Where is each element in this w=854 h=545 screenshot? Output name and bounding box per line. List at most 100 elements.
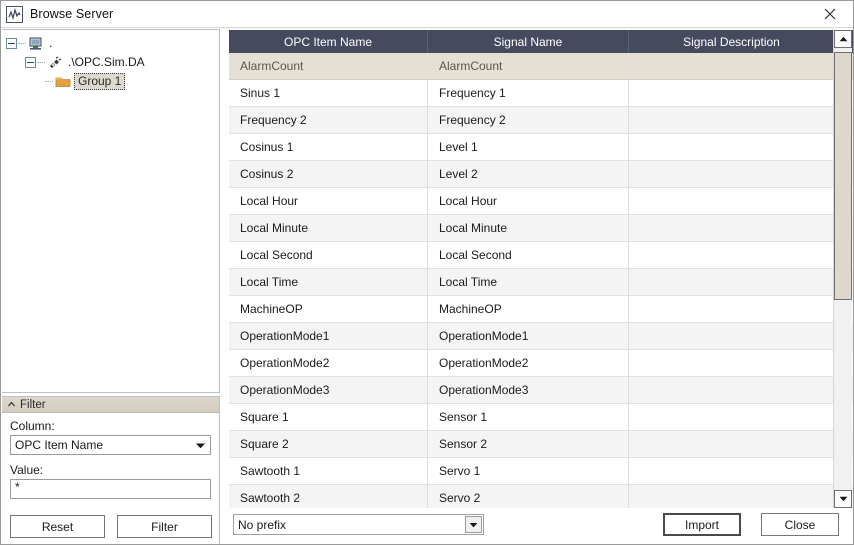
table-row[interactable]: Sinus 1Frequency 1 — [229, 80, 853, 107]
tree-node-group-1[interactable]: Group 1 — [6, 72, 219, 91]
table-cell: Local Minute — [229, 215, 428, 242]
table-row[interactable]: Local SecondLocal Second — [229, 242, 853, 269]
table-cell: Square 2 — [229, 431, 428, 458]
table-cell: Frequency 1 — [428, 80, 629, 107]
filter-action-buttons: Reset Filter — [2, 515, 220, 538]
column-select[interactable]: OPC Item Name — [10, 435, 211, 455]
close-icon[interactable] — [807, 1, 853, 27]
chevron-up-icon[interactable] — [6, 399, 17, 410]
column-header-signal-description[interactable]: Signal Description — [629, 30, 834, 53]
table-row[interactable]: MachineOPMachineOP — [229, 296, 853, 323]
table-cell: OperationMode1 — [229, 323, 428, 350]
scrollbar-thumb[interactable] — [834, 52, 852, 300]
prefix-select-value: No prefix — [238, 518, 286, 532]
import-button[interactable]: Import — [663, 513, 741, 536]
grid-body: AlarmCountAlarmCountSinus 1Frequency 1Fr… — [229, 53, 853, 508]
table-cell — [629, 53, 834, 80]
table-row[interactable]: OperationMode3OperationMode3 — [229, 377, 853, 404]
filter-value-input[interactable]: * — [10, 479, 211, 499]
table-cell: Local Hour — [229, 188, 428, 215]
table-cell — [629, 296, 834, 323]
grid-vertical-scrollbar[interactable] — [833, 30, 852, 508]
folder-icon — [54, 74, 71, 90]
table-row[interactable]: Cosinus 1Level 1 — [229, 134, 853, 161]
table-cell: Sensor 2 — [428, 431, 629, 458]
column-header-opc-item-name[interactable]: OPC Item Name — [229, 30, 428, 53]
chevron-down-icon[interactable] — [195, 436, 206, 454]
computer-icon — [27, 36, 44, 52]
table-row[interactable]: Local MinuteLocal Minute — [229, 215, 853, 242]
table-cell — [629, 350, 834, 377]
table-cell: Sinus 1 — [229, 80, 428, 107]
column-header-signal-name[interactable]: Signal Name — [428, 30, 629, 53]
table-cell — [629, 80, 834, 107]
filter-body: Column: OPC Item Name Value: * — [2, 413, 219, 499]
table-row[interactable]: Local HourLocal Hour — [229, 188, 853, 215]
table-row[interactable]: Sawtooth 2Servo 2 — [229, 485, 853, 508]
table-cell: Frequency 2 — [229, 107, 428, 134]
tree-node-root[interactable]: . — [6, 34, 219, 53]
prefix-select[interactable]: No prefix — [233, 514, 484, 535]
table-cell: Frequency 2 — [428, 107, 629, 134]
bottom-toolbar: No prefix Import Close — [229, 510, 853, 544]
table-cell: Level 2 — [428, 161, 629, 188]
tree-node-opc-sim-da[interactable]: .\OPC.Sim.DA — [6, 53, 219, 72]
table-cell — [629, 134, 834, 161]
table-cell: Sawtooth 2 — [229, 485, 428, 508]
table-row[interactable]: AlarmCountAlarmCount — [229, 53, 853, 80]
table-cell — [629, 215, 834, 242]
table-row[interactable]: OperationMode2OperationMode2 — [229, 350, 853, 377]
table-cell — [629, 485, 834, 508]
filter-button[interactable]: Filter — [117, 515, 212, 538]
column-label: Column: — [10, 419, 211, 433]
tree-node-label: Group 1 — [74, 73, 125, 90]
table-cell — [629, 269, 834, 296]
filter-panel-header[interactable]: Filter — [2, 397, 219, 413]
table-row[interactable]: Sawtooth 1Servo 1 — [229, 458, 853, 485]
tree-connector — [18, 43, 26, 44]
grid-header-row: OPC Item Name Signal Name Signal Descrip… — [229, 30, 853, 53]
table-cell: AlarmCount — [229, 53, 428, 80]
table-row[interactable]: Square 2Sensor 2 — [229, 431, 853, 458]
table-cell: MachineOP — [428, 296, 629, 323]
table-cell: Local Second — [428, 242, 629, 269]
table-cell: OperationMode2 — [229, 350, 428, 377]
value-label: Value: — [10, 463, 211, 477]
table-row[interactable]: Frequency 2Frequency 2 — [229, 107, 853, 134]
table-cell: Servo 1 — [428, 458, 629, 485]
table-cell — [629, 458, 834, 485]
table-cell: AlarmCount — [428, 53, 629, 80]
table-cell: MachineOP — [229, 296, 428, 323]
filter-panel-title: Filter — [20, 399, 46, 411]
close-button[interactable]: Close — [761, 513, 839, 536]
filter-panel: Filter Column: OPC Item Name Value: * Re… — [2, 396, 220, 545]
tree-node-label: .\OPC.Sim.DA — [66, 55, 147, 70]
triangle-down-icon[interactable] — [834, 490, 852, 508]
items-grid: OPC Item Name Signal Name Signal Descrip… — [229, 30, 853, 508]
table-cell: Square 1 — [229, 404, 428, 431]
table-cell — [629, 431, 834, 458]
expander-minus-icon[interactable] — [25, 57, 36, 68]
waveform-icon — [6, 6, 23, 23]
table-cell: OperationMode2 — [428, 350, 629, 377]
table-cell: OperationMode1 — [428, 323, 629, 350]
table-row[interactable]: Square 1Sensor 1 — [229, 404, 853, 431]
chevron-down-icon[interactable] — [465, 516, 482, 533]
table-row[interactable]: OperationMode1OperationMode1 — [229, 323, 853, 350]
table-cell: Sawtooth 1 — [229, 458, 428, 485]
expander-minus-icon[interactable] — [6, 38, 17, 49]
table-cell — [629, 161, 834, 188]
table-row[interactable]: Cosinus 2Level 2 — [229, 161, 853, 188]
triangle-up-icon[interactable] — [834, 30, 852, 48]
table-cell: Servo 2 — [428, 485, 629, 508]
title-bar: Browse Server — [1, 1, 853, 28]
table-cell: Cosinus 1 — [229, 134, 428, 161]
dialog-action-buttons: Import Close — [663, 513, 839, 536]
reset-button[interactable]: Reset — [10, 515, 105, 538]
table-row[interactable]: Local TimeLocal Time — [229, 269, 853, 296]
table-cell — [629, 323, 834, 350]
table-cell — [629, 242, 834, 269]
server-tree[interactable]: . .\OPC.Sim.DA — [2, 30, 219, 91]
table-cell: OperationMode3 — [229, 377, 428, 404]
tree-connector — [37, 62, 45, 63]
